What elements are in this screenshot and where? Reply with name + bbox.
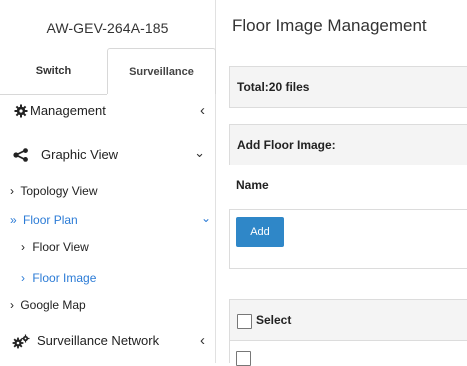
sidebar-item-graphic-view[interactable]: Graphic View ⌄ bbox=[0, 145, 215, 167]
total-panel: Total:20 files bbox=[229, 66, 467, 108]
page-title: Floor Image Management bbox=[232, 16, 427, 35]
sidebar-item-topology-view[interactable]: › Topology View bbox=[10, 184, 98, 198]
add-button[interactable]: Add bbox=[236, 217, 284, 247]
chevron-down-icon: ⌄ bbox=[194, 145, 205, 160]
sidebar-item-label: Management bbox=[30, 103, 106, 118]
tab-switch[interactable]: Switch bbox=[0, 48, 107, 95]
chevron-down-icon: ⌄ bbox=[201, 211, 212, 225]
sidebar-item-label: Floor Plan bbox=[23, 213, 78, 227]
sidebar-tabs: Switch Surveillance bbox=[0, 48, 216, 95]
sidebar-item-floor-view[interactable]: › Floor View bbox=[21, 240, 89, 254]
table-header: Select bbox=[229, 299, 467, 341]
select-column-label: Select bbox=[256, 313, 292, 327]
add-floor-image-title: Add Floor Image: bbox=[237, 138, 336, 152]
row-checkbox[interactable] bbox=[236, 351, 251, 366]
double-chevron-icon: » bbox=[10, 213, 17, 227]
sidebar-item-management[interactable]: Management ‹ bbox=[0, 102, 215, 123]
sidebar-item-google-map[interactable]: › Google Map bbox=[10, 298, 86, 312]
chevron-left-icon: ‹ bbox=[200, 102, 205, 119]
sidebar-item-label: Google Map bbox=[20, 298, 86, 312]
sidebar-item-label: Topology View bbox=[20, 184, 98, 198]
name-label: Name bbox=[236, 178, 269, 192]
sidebar-item-surveillance-network[interactable]: Surveillance Network ‹ bbox=[0, 332, 215, 353]
bullet-icon: › bbox=[21, 271, 25, 285]
table-row bbox=[229, 341, 467, 366]
tab-surveillance[interactable]: Surveillance bbox=[107, 48, 216, 94]
name-row: Name bbox=[229, 165, 467, 210]
sidebar-item-label: Floor View bbox=[32, 240, 89, 254]
bullet-icon: › bbox=[10, 184, 14, 198]
select-all-checkbox[interactable] bbox=[237, 314, 252, 329]
total-count: Total:20 files bbox=[237, 80, 310, 94]
add-floor-image-header: Add Floor Image: bbox=[229, 124, 467, 166]
sidebar-item-floor-image[interactable]: › Floor Image bbox=[21, 271, 96, 285]
sidebar-item-label: Floor Image bbox=[32, 271, 97, 285]
chevron-left-icon: ‹ bbox=[200, 332, 205, 349]
device-name: AW-GEV-264A-185 bbox=[46, 20, 169, 36]
bullet-icon: › bbox=[10, 298, 14, 312]
sidebar-item-label: Surveillance Network bbox=[37, 333, 160, 348]
sidebar-item-floor-plan[interactable]: » Floor Plan ⌄ bbox=[10, 211, 212, 227]
bullet-icon: › bbox=[21, 240, 25, 254]
sidebar: AW-GEV-264A-185 Switch Surveillance Mana… bbox=[0, 0, 216, 363]
sidebar-item-label: Graphic View bbox=[41, 147, 119, 162]
